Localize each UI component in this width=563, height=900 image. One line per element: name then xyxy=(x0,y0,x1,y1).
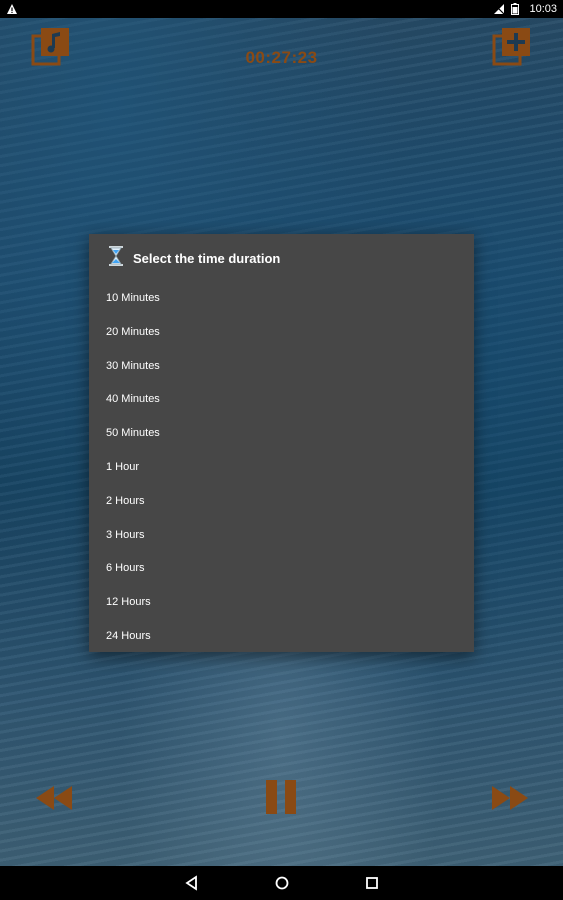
navigation-bar xyxy=(0,866,563,900)
recents-icon[interactable] xyxy=(364,875,380,891)
option-3-hours[interactable]: 3 Hours xyxy=(89,519,474,553)
top-bar: 00:27:23 xyxy=(0,18,563,80)
option-20-minutes[interactable]: 20 Minutes xyxy=(89,316,474,350)
dialog-header: Select the time duration xyxy=(89,234,474,282)
back-icon[interactable] xyxy=(184,875,200,891)
no-signal-icon xyxy=(493,3,505,15)
timer-display: 00:27:23 xyxy=(245,48,318,67)
status-time: 10:03 xyxy=(529,3,557,15)
battery-icon xyxy=(511,3,523,15)
option-2-hours[interactable]: 2 Hours xyxy=(89,485,474,519)
option-12-hours[interactable]: 12 Hours xyxy=(89,586,474,620)
option-30-minutes[interactable]: 30 Minutes xyxy=(89,350,474,384)
add-to-library-icon[interactable] xyxy=(491,26,533,68)
rewind-icon[interactable] xyxy=(34,778,74,818)
fast-forward-icon[interactable] xyxy=(490,778,530,818)
home-icon[interactable] xyxy=(274,875,290,891)
duration-options: 10 Minutes 20 Minutes 30 Minutes 40 Minu… xyxy=(89,282,474,654)
option-24-hours[interactable]: 24 Hours xyxy=(89,620,474,654)
hourglass-icon xyxy=(107,245,125,271)
pause-icon[interactable] xyxy=(264,778,300,818)
status-right: 10:03 xyxy=(493,3,557,15)
dialog-title: Select the time duration xyxy=(133,250,281,266)
option-40-minutes[interactable]: 40 Minutes xyxy=(89,383,474,417)
option-10-minutes[interactable]: 10 Minutes xyxy=(89,282,474,316)
option-50-minutes[interactable]: 50 Minutes xyxy=(89,417,474,451)
status-bar: 10:03 xyxy=(0,0,563,18)
warning-icon xyxy=(6,3,18,15)
option-6-hours[interactable]: 6 Hours xyxy=(89,552,474,586)
option-1-hour[interactable]: 1 Hour xyxy=(89,451,474,485)
duration-dialog: Select the time duration 10 Minutes 20 M… xyxy=(89,234,474,652)
